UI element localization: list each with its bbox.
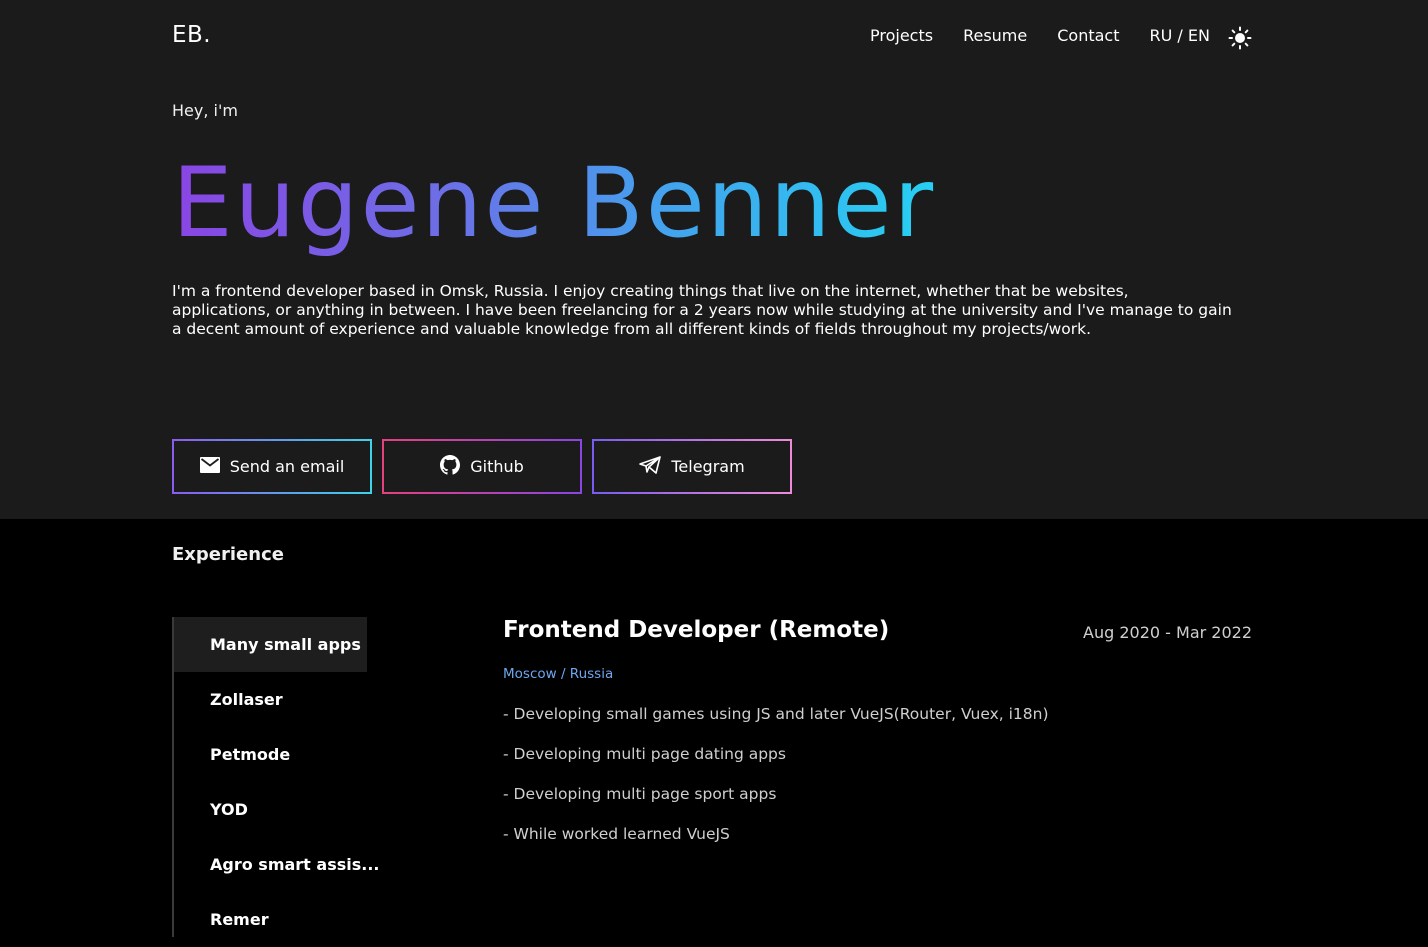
- tab-many-small-apps[interactable]: Many small apps: [174, 617, 367, 672]
- tab-petmode[interactable]: Petmode: [174, 727, 367, 782]
- nav-projects[interactable]: Projects: [870, 26, 933, 45]
- job-task: - Developing small games using JS and la…: [503, 705, 1049, 723]
- tab-yod[interactable]: YOD: [174, 782, 367, 837]
- hero-name: Eugene Benner: [172, 143, 935, 263]
- nav-resume[interactable]: Resume: [963, 26, 1027, 45]
- github-label: Github: [470, 457, 524, 476]
- github-button[interactable]: Github: [382, 439, 582, 494]
- job-title: Frontend Developer (Remote): [503, 617, 890, 643]
- job-task-list: - Developing small games using JS and la…: [503, 704, 1049, 864]
- telegram-icon: [639, 455, 671, 478]
- site-logo[interactable]: EB.: [172, 22, 211, 48]
- send-email-button[interactable]: Send an email: [172, 439, 372, 494]
- github-icon: [440, 454, 470, 479]
- tab-remer[interactable]: Remer: [174, 892, 367, 947]
- telegram-label: Telegram: [671, 457, 745, 476]
- main-nav: Projects Resume Contact RU / EN: [870, 26, 1240, 45]
- experience-tabs: Many small apps Zollaser Petmode YOD Agr…: [172, 617, 379, 937]
- bio-text: I'm a frontend developer based in Omsk, …: [172, 282, 1232, 338]
- job-dates: Aug 2020 - Mar 2022: [1083, 623, 1252, 642]
- job-task: - Developing multi page dating apps: [503, 745, 786, 763]
- telegram-button[interactable]: Telegram: [592, 439, 792, 494]
- tab-agro-smart[interactable]: Agro smart assis...: [174, 837, 379, 892]
- nav-contact[interactable]: Contact: [1057, 26, 1119, 45]
- job-location: Moscow / Russia: [503, 666, 614, 682]
- hero-section: EB. Projects Resume Contact RU / EN Hey,…: [0, 0, 1428, 519]
- sun-icon[interactable]: [1228, 26, 1252, 50]
- tab-zollaser[interactable]: Zollaser: [174, 672, 367, 727]
- send-email-label: Send an email: [229, 457, 345, 476]
- greeting-text: Hey, i'm: [172, 101, 238, 120]
- job-task: - Developing multi page sport apps: [503, 785, 777, 803]
- experience-title: Experience: [172, 544, 284, 565]
- language-switch[interactable]: RU / EN: [1149, 26, 1209, 45]
- mail-icon: [199, 456, 230, 477]
- job-task: - While worked learned VueJS: [503, 825, 730, 843]
